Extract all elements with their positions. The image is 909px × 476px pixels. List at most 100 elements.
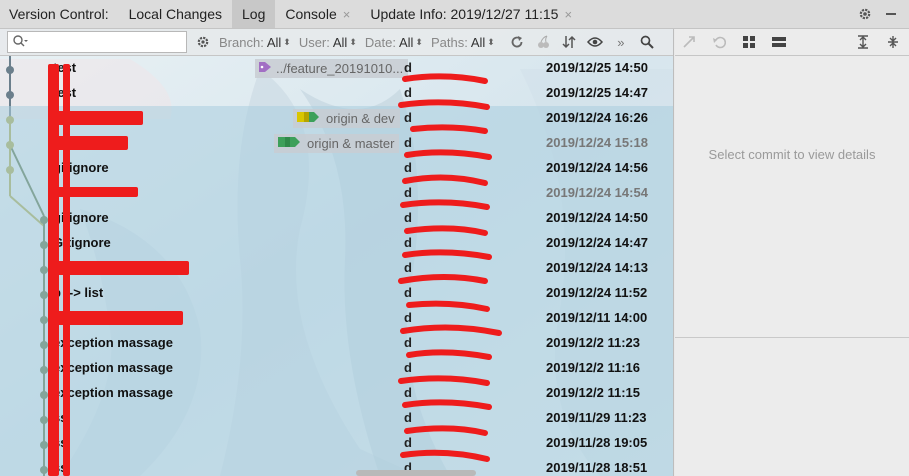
commit-date: 2019/12/2 11:15 — [546, 385, 640, 400]
more-icon[interactable]: » — [613, 34, 629, 50]
cherry-pick-icon[interactable] — [681, 34, 697, 50]
expand-all-icon[interactable] — [855, 34, 871, 50]
filter-date[interactable]: Date: All ⬍ — [365, 35, 423, 50]
tab-update-info[interactable]: Update Info: 2019/12/27 11:15 × — [360, 0, 582, 28]
search-icon — [12, 34, 28, 51]
chevron-down-icon: ⬍ — [487, 36, 495, 47]
settings-icon[interactable] — [195, 34, 211, 50]
commit-subject: gitignore — [53, 210, 109, 225]
commit-row[interactable]: ss d 2019/11/29 11:23 — [0, 406, 673, 431]
tab-log[interactable]: Log — [232, 0, 276, 28]
commit-row[interactable]: p --> list d 2019/12/24 11:52 — [0, 281, 673, 306]
details-divider[interactable] — [675, 337, 909, 338]
eye-icon[interactable] — [586, 34, 603, 50]
author-redaction-bar — [48, 64, 59, 476]
commit-subject: exception massage — [53, 385, 173, 400]
commit-row[interactable]: Gitignore d 2019/12/24 14:47 — [0, 231, 673, 256]
commit-date: 2019/12/24 16:26 — [546, 110, 648, 125]
commit-row[interactable]: d 2019/12/11 14:00 — [0, 306, 673, 331]
commit-row[interactable]: origin & dev d 2019/12/24 16:26 — [0, 106, 673, 131]
commit-date: 2019/12/24 14:47 — [546, 235, 648, 250]
tag-icon — [258, 61, 272, 76]
refresh-icon[interactable] — [509, 34, 525, 50]
commit-row[interactable]: exception massage d 2019/12/2 11:23 — [0, 331, 673, 356]
collapse-all-icon[interactable] — [885, 34, 901, 50]
chevron-down-icon: ⬍ — [415, 36, 423, 47]
ref-label: ../feature_20191010... — [255, 59, 409, 78]
sort-icon[interactable] — [561, 34, 577, 50]
commit-row[interactable]: origin & master d 2019/12/24 15:18 — [0, 131, 673, 156]
commit-row[interactable]: d 2019/12/24 14:13 — [0, 256, 673, 281]
commit-date: 2019/12/24 14:50 — [546, 210, 648, 225]
commit-date: 2019/12/24 14:13 — [546, 260, 648, 275]
commit-date: 2019/12/24 11:52 — [546, 285, 648, 300]
details-toolbar — [675, 29, 909, 56]
search-icon[interactable] — [639, 34, 655, 50]
filter-label: Date: — [364, 34, 396, 50]
ref-label: origin & master — [274, 134, 400, 153]
filter-value: All — [470, 34, 486, 50]
commit-row[interactable]: gitignore d 2019/12/24 14:56 — [0, 156, 673, 181]
commit-subject: Gitignore — [53, 235, 111, 250]
branch-tag-green-icon — [277, 136, 303, 151]
filter-branch[interactable]: Branch: All ⬍ — [219, 35, 291, 50]
tab-label: Local Changes — [128, 6, 223, 22]
redaction-mark — [55, 261, 189, 275]
search-input[interactable] — [7, 31, 187, 53]
commit-date: 2019/12/24 15:18 — [546, 135, 648, 150]
close-icon[interactable]: × — [343, 7, 351, 22]
commit-row[interactable]: ss d 2019/11/28 19:05 — [0, 431, 673, 456]
branch-tag-yellow-icon — [296, 111, 322, 126]
tool-window-tabbar: Version Control: Local Changes Log Conso… — [0, 0, 909, 29]
commit-date: 2019/11/28 19:05 — [546, 435, 648, 450]
commit-date: 2019/11/29 11:23 — [546, 410, 647, 425]
commit-row[interactable]: gitignore d 2019/12/24 14:50 — [0, 206, 673, 231]
commit-date: 2019/11/28 18:51 — [546, 460, 648, 475]
commit-date: 2019/12/24 14:56 — [546, 160, 648, 175]
filter-user[interactable]: User: All ⬍ — [299, 35, 357, 50]
filter-value: All — [398, 34, 414, 50]
horizontal-scrollbar[interactable] — [356, 470, 476, 476]
commit-row[interactable]: d 2019/12/24 14:54 — [0, 181, 673, 206]
tab-local-changes[interactable]: Local Changes — [119, 0, 232, 28]
filter-value: All — [266, 34, 282, 50]
chevron-down-icon: ⬍ — [349, 36, 357, 47]
commit-date: 2019/12/25 14:50 — [546, 60, 648, 75]
filter-label: Paths: — [430, 34, 468, 50]
author-redaction — [398, 73, 502, 462]
empty-details-message: Select commit to view details — [708, 147, 876, 162]
ref-text: ../feature_20191010... — [276, 61, 404, 76]
commit-date: 2019/12/2 11:23 — [546, 335, 640, 350]
gear-icon[interactable] — [857, 6, 873, 22]
ref-label: origin & dev — [293, 109, 400, 128]
ref-text: origin & dev — [326, 111, 395, 126]
tool-window-title: Version Control: — [9, 6, 109, 22]
commit-subject: exception massage — [53, 360, 173, 375]
revert-icon[interactable] — [711, 34, 727, 50]
commit-subject: gitignore — [53, 160, 109, 175]
commit-row[interactable]: test ../feature_20191010... d 2019/12/25… — [0, 56, 673, 81]
author-redaction-bar — [63, 64, 70, 476]
tab-console[interactable]: Console × — [275, 0, 360, 28]
cherry-pick-icon[interactable] — [535, 34, 551, 50]
log-pane: Branch: All ⬍ User: All ⬍ Date: All ⬍ Paths: Al… — [0, 29, 674, 476]
commit-row[interactable]: exception massage d 2019/12/2 11:15 — [0, 381, 673, 406]
chevron-down-icon: ⬍ — [283, 36, 291, 47]
commit-date: 2019/12/25 14:47 — [546, 85, 648, 100]
filter-paths[interactable]: Paths: All ⬍ — [431, 35, 495, 50]
commit-subject: exception massage — [53, 335, 173, 350]
commit-date: 2019/12/24 14:54 — [546, 185, 648, 200]
commit-row[interactable]: exception massage d 2019/12/2 11:16 — [0, 356, 673, 381]
commit-date: 2019/12/2 11:16 — [546, 360, 640, 375]
filter-value: All — [332, 34, 348, 50]
commit-row[interactable]: ss d 2019/11/28 18:51 — [0, 456, 673, 476]
commit-date: 2019/12/11 14:00 — [546, 310, 648, 325]
close-icon[interactable]: × — [564, 7, 572, 22]
tab-label: Update Info: 2019/12/27 11:15 — [370, 6, 559, 22]
layout-icon[interactable] — [771, 34, 787, 50]
details-pane: Select commit to view details — [675, 29, 909, 476]
minimize-icon[interactable] — [883, 6, 899, 22]
redaction-mark — [53, 311, 183, 325]
grid-icon[interactable] — [741, 34, 757, 50]
commit-row[interactable]: test d 2019/12/25 14:47 — [0, 81, 673, 106]
